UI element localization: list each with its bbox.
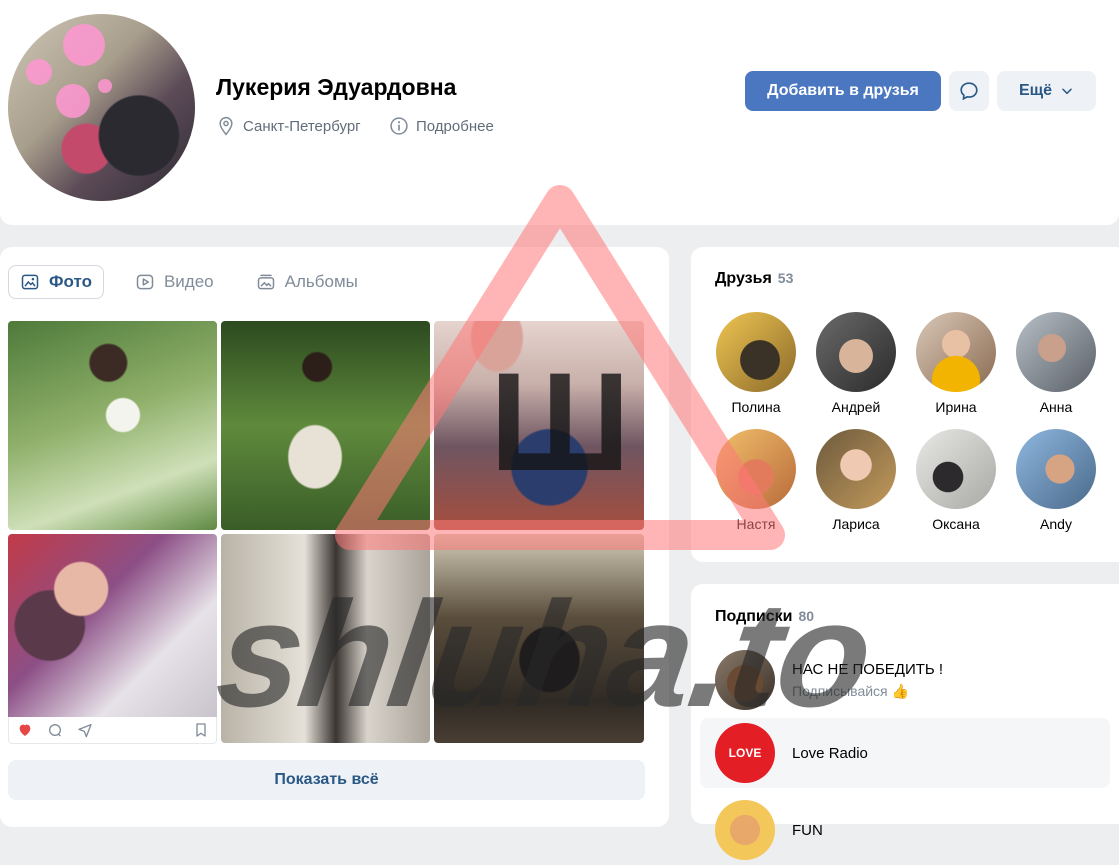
comment-icon[interactable]	[47, 722, 63, 738]
tab-albums[interactable]: Альбомы	[245, 265, 369, 299]
chat-bubble-icon	[960, 82, 978, 101]
heart-icon[interactable]	[17, 722, 33, 738]
subscriptions-count: 80	[798, 608, 815, 624]
profile-details-link[interactable]: Подробнее	[389, 116, 494, 136]
subscriptions-header[interactable]: Подписки 80	[715, 608, 814, 626]
friend-avatar[interactable]	[716, 312, 796, 392]
profile-header: Лукерия Эдуардовна Санкт-Петербург Подро…	[0, 0, 1119, 225]
friend-item[interactable]: Лариса	[806, 429, 906, 532]
albums-icon	[257, 274, 274, 290]
friend-item[interactable]: Ирина	[906, 312, 1006, 415]
photo-tabs: Фото Видео Альбомы	[8, 265, 369, 299]
tab-albums-label: Альбомы	[284, 272, 358, 291]
image-icon	[21, 274, 39, 290]
photo-thumbnail[interactable]	[434, 321, 644, 530]
friend-item[interactable]: Настя	[706, 429, 806, 532]
subscription-avatar[interactable]	[715, 800, 775, 860]
subscriptions-title: Подписки	[715, 608, 793, 625]
photo-post	[8, 534, 217, 744]
photo-thumbnail[interactable]	[434, 534, 644, 743]
friend-avatar[interactable]	[1016, 429, 1096, 509]
message-button[interactable]	[949, 71, 989, 111]
subscription-subtitle: Подписывайся 👍	[792, 682, 909, 699]
friend-item[interactable]: Andy	[1006, 429, 1106, 532]
tab-videos[interactable]: Видео	[124, 265, 225, 299]
friend-item[interactable]: Андрей	[806, 312, 906, 415]
friend-item[interactable]: Анна	[1006, 312, 1106, 415]
friends-title: Друзья	[715, 270, 772, 287]
photo-thumbnail[interactable]	[8, 321, 217, 530]
friend-name: Настя	[736, 516, 776, 532]
friend-avatar[interactable]	[816, 312, 896, 392]
more-label: Ещё	[1018, 82, 1053, 99]
profile-city: Санкт-Петербург	[216, 116, 361, 136]
subscription-title: НАС НЕ ПОБЕДИТЬ !	[792, 660, 944, 678]
friend-name: Оксана	[932, 516, 980, 532]
subscription-item[interactable]: НАС НЕ ПОБЕДИТЬ ! Подписывайся 👍	[700, 645, 1110, 715]
tab-photos-label: Фото	[49, 272, 92, 291]
photo-thumbnail[interactable]	[221, 321, 430, 530]
profile-avatar[interactable]	[8, 14, 195, 201]
profile-name: Лукерия Эдуардовна	[216, 74, 457, 100]
friend-name: Андрей	[831, 399, 881, 415]
share-icon[interactable]	[77, 722, 93, 738]
subscription-item[interactable]: LOVE Love Radio	[700, 718, 1110, 788]
tab-photos[interactable]: Фото	[8, 265, 104, 299]
friends-grid: Полина Андрей Ирина Анна Настя Лариса Ок…	[706, 312, 1106, 532]
subscription-title: Love Radio	[792, 744, 868, 762]
bookmark-icon[interactable]	[194, 722, 208, 738]
photo-thumbnail[interactable]	[8, 534, 217, 717]
subscription-item[interactable]: FUN	[700, 795, 1110, 865]
add-friend-button[interactable]: Добавить в друзья	[745, 71, 941, 111]
logo-text: LOVE	[728, 746, 762, 760]
photo-thumbnail[interactable]	[221, 534, 430, 743]
tab-videos-label: Видео	[163, 272, 214, 291]
friends-header[interactable]: Друзья 53	[715, 270, 793, 288]
friend-name: Лариса	[832, 516, 880, 532]
friend-item[interactable]: Оксана	[906, 429, 1006, 532]
more-button[interactable]: Ещё	[997, 71, 1096, 111]
show-all-button[interactable]: Показать всё	[8, 760, 645, 800]
location-pin-icon	[219, 116, 233, 136]
friend-name: Andy	[1040, 516, 1072, 532]
friend-avatar[interactable]	[1016, 312, 1096, 392]
photo-actions-bar	[8, 717, 217, 744]
friend-avatar[interactable]	[916, 312, 996, 392]
friend-name: Анна	[1039, 399, 1073, 415]
friend-avatar[interactable]	[816, 429, 896, 509]
chevron-down-icon	[1062, 88, 1072, 95]
friends-count: 53	[777, 270, 794, 286]
love-radio-logo[interactable]: LOVE	[715, 723, 775, 783]
subscription-title: FUN	[792, 821, 823, 839]
photo-grid	[8, 321, 645, 744]
friend-name: Полина	[731, 399, 781, 415]
friend-avatar[interactable]	[916, 429, 996, 509]
video-icon	[136, 274, 154, 290]
profile-details-label: Подробнее	[416, 117, 494, 135]
friend-avatar[interactable]	[716, 429, 796, 509]
friend-item[interactable]: Полина	[706, 312, 806, 415]
profile-city-label: Санкт-Петербург	[243, 117, 361, 135]
friend-name: Ирина	[935, 399, 977, 415]
subscription-avatar[interactable]	[715, 650, 775, 710]
info-icon	[390, 117, 408, 135]
